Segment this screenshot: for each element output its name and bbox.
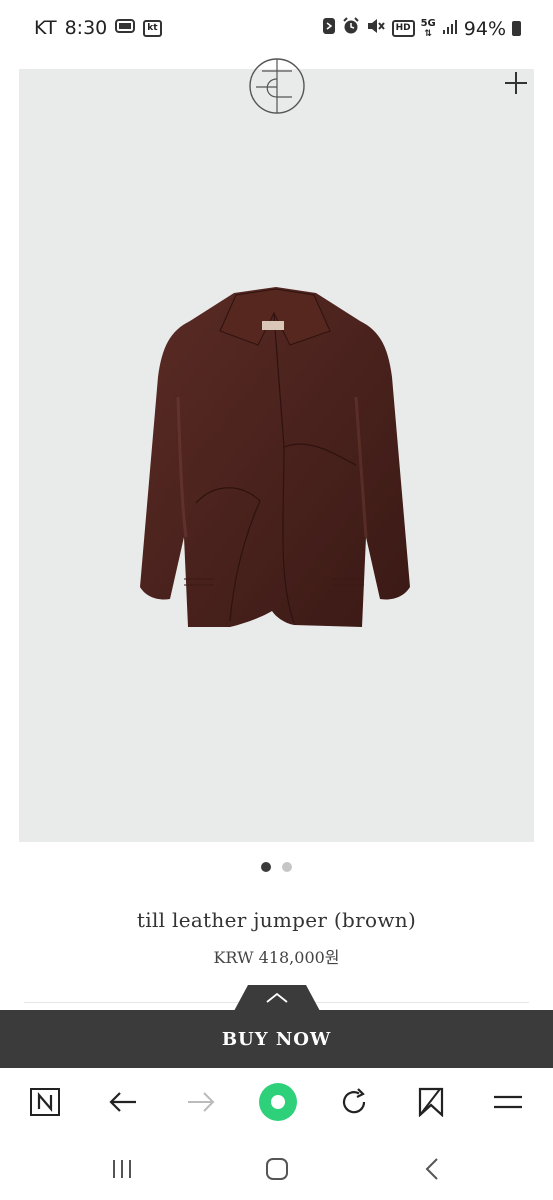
brand-logo-icon[interactable]	[248, 57, 306, 115]
carrier-label: KT	[34, 17, 57, 39]
bookmark-button[interactable]	[413, 1084, 449, 1120]
product-price: KRW 418,000원	[213, 948, 340, 967]
buy-now-button[interactable]: BUY NOW	[0, 1010, 553, 1068]
network-type-label: 5G	[420, 17, 436, 29]
mute-icon	[366, 17, 386, 40]
recent-apps-button[interactable]	[107, 1156, 137, 1182]
green-dot-icon	[259, 1083, 297, 1121]
back-icon	[425, 1158, 438, 1180]
home-button[interactable]	[262, 1156, 292, 1182]
system-back-button[interactable]	[417, 1156, 447, 1182]
app-notification-icon	[115, 17, 136, 39]
battery-percent: 94%	[463, 17, 506, 40]
kt-badge-icon: kt	[143, 19, 162, 37]
recent-apps-icon	[113, 1160, 131, 1178]
menu-button[interactable]	[490, 1084, 526, 1120]
back-button[interactable]	[105, 1084, 141, 1120]
carousel-dots	[0, 862, 553, 872]
clock: 8:30	[64, 17, 108, 39]
refresh-button[interactable]	[336, 1084, 372, 1120]
status-bar: KT 8:30 kt HD 5G ⇅ 94%	[0, 0, 553, 58]
battery-icon	[512, 21, 521, 36]
network-type-icon: 5G ⇅	[420, 17, 436, 39]
bookmark-icon	[418, 1087, 444, 1117]
back-arrow-icon	[109, 1092, 136, 1112]
product-image[interactable]	[19, 58, 534, 842]
menu-icon	[494, 1095, 522, 1109]
naver-icon	[30, 1088, 60, 1116]
carousel-dot-2[interactable]	[282, 862, 292, 872]
alarm-icon	[342, 17, 360, 40]
signal-icon	[442, 18, 458, 40]
expand-plus-icon[interactable]	[504, 71, 528, 95]
green-dot-button[interactable]	[258, 1082, 298, 1122]
jacket-image	[140, 287, 410, 627]
home-icon	[266, 1158, 288, 1180]
data-arrows-icon: ⇅	[424, 28, 432, 39]
product-name: till leather jumper (brown)	[136, 908, 417, 932]
system-nav-bar	[0, 1138, 553, 1200]
phone-alert-icon	[322, 17, 336, 40]
forward-arrow-icon	[188, 1092, 215, 1112]
expand-tab-button[interactable]	[234, 985, 320, 1011]
carousel-dot-1[interactable]	[261, 862, 271, 872]
naver-button[interactable]	[27, 1084, 63, 1120]
hd-badge-icon: HD	[391, 20, 415, 37]
refresh-icon	[342, 1088, 366, 1114]
forward-button[interactable]	[183, 1084, 219, 1120]
browser-toolbar	[0, 1068, 553, 1138]
